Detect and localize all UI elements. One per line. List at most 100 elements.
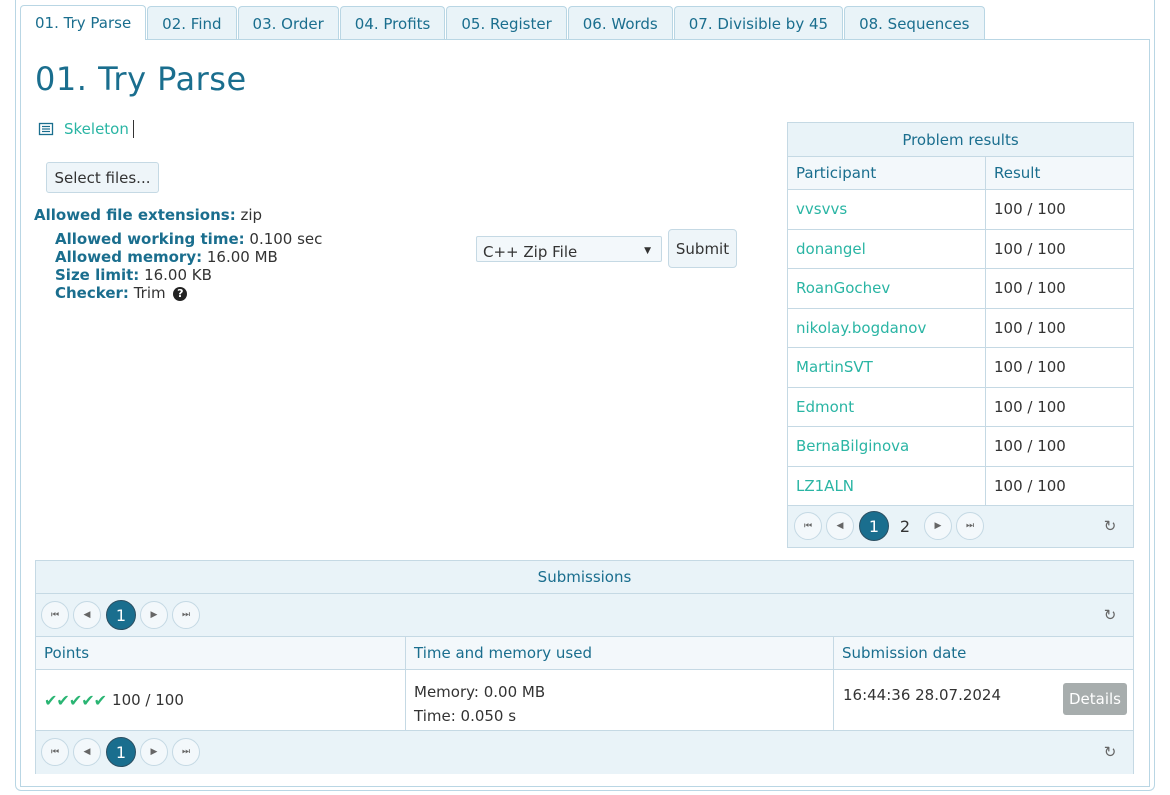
limits-block: Allowed working time: 0.100 sec Allowed …: [55, 230, 322, 302]
refresh-icon[interactable]: ↻: [1102, 743, 1118, 761]
result-value: 100 / 100: [994, 476, 1066, 495]
points-value: 100 / 100: [112, 691, 184, 709]
checker-row: Checker: Trim ?: [55, 284, 322, 302]
last-page-icon[interactable]: ⏭: [956, 512, 984, 540]
tab-words[interactable]: 06. Words: [567, 6, 673, 40]
results-pager: ⏮ ◀ 1 2 ▶ ⏭ ↻: [788, 505, 1133, 547]
table-row: MartinSVT 100 / 100: [788, 348, 1133, 388]
prev-page-icon[interactable]: ◀: [73, 738, 101, 766]
language-select[interactable]: C++ Zip File ▼: [476, 236, 662, 262]
allowed-ext-value: zip: [240, 206, 263, 224]
working-time-row: Allowed working time: 0.100 sec: [55, 230, 322, 248]
first-page-icon[interactable]: ⏮: [794, 512, 822, 540]
memory-value: 16.00 MB: [206, 248, 278, 266]
table-row: donangel 100 / 100: [788, 229, 1133, 269]
next-page-icon[interactable]: ▶: [140, 738, 168, 766]
participant-link[interactable]: BernaBilginova: [788, 427, 986, 466]
participant-link[interactable]: LZ1ALN: [788, 466, 986, 505]
last-page-icon[interactable]: ⏭: [172, 738, 200, 766]
date-cell: 16:44:36 28.07.2024 Details: [834, 670, 1133, 730]
tab-try-parse[interactable]: 01. Try Parse: [20, 5, 147, 40]
table-row: ✔✔✔✔✔ 100 / 100 Memory: 0.00 MB Time: 0.…: [36, 670, 1133, 731]
working-time-value: 0.100 sec: [249, 230, 323, 248]
details-button[interactable]: Details: [1063, 683, 1127, 715]
participant-link[interactable]: RoanGochev: [788, 269, 986, 308]
submissions-pager-bottom: ⏮ ◀ 1 ▶ ⏭ ↻: [36, 731, 1133, 774]
points-cell: ✔✔✔✔✔ 100 / 100: [36, 670, 406, 730]
result-value: 100 / 100: [994, 437, 1066, 456]
refresh-icon[interactable]: ↻: [1102, 517, 1118, 535]
tab-divisible-by-45[interactable]: 07. Divisible by 45: [673, 6, 844, 40]
page-1-button[interactable]: 1: [859, 511, 889, 541]
result-value: 100 / 100: [994, 200, 1066, 219]
check-icon: ✔✔✔✔✔: [44, 690, 107, 710]
result-value: 100 / 100: [994, 239, 1066, 258]
time-memory-cell: Memory: 0.00 MB Time: 0.050 s: [406, 670, 834, 730]
participant-link[interactable]: donangel: [788, 229, 986, 268]
submission-date: 16:44:36 28.07.2024: [843, 686, 1002, 704]
list-icon: [38, 121, 54, 137]
size-row: Size limit: 16.00 KB: [55, 266, 322, 284]
col-participant-header[interactable]: Participant: [788, 157, 986, 189]
result-value: 100 / 100: [994, 318, 1066, 337]
result-value: 100 / 100: [994, 358, 1066, 377]
first-page-icon[interactable]: ⏮: [41, 601, 69, 629]
table-row: nikolay.bogdanov 100 / 100: [788, 308, 1133, 348]
memory-row: Allowed memory: 16.00 MB: [55, 248, 322, 266]
submissions-pager-top: ⏮ ◀ 1 ▶ ⏭ ↻: [36, 594, 1133, 637]
size-label: Size limit:: [55, 266, 140, 284]
col-time-header[interactable]: Time and memory used: [406, 637, 834, 669]
tab-sequences[interactable]: 08. Sequences: [844, 6, 985, 40]
col-points-header[interactable]: Points: [36, 637, 406, 669]
prev-page-icon[interactable]: ◀: [826, 512, 854, 540]
skeleton-link[interactable]: Skeleton: [64, 120, 134, 138]
last-page-icon[interactable]: ⏭: [172, 601, 200, 629]
help-icon[interactable]: ?: [173, 287, 188, 301]
submissions-panel: Submissions ⏮ ◀ 1 ▶ ⏭ ↻ Points Time and …: [35, 560, 1134, 774]
next-page-icon[interactable]: ▶: [140, 601, 168, 629]
table-row: BernaBilginova 100 / 100: [788, 427, 1133, 467]
tab-profits[interactable]: 04. Profits: [339, 6, 446, 40]
result-value: 100 / 100: [994, 279, 1066, 298]
tab-find[interactable]: 02. Find: [147, 6, 237, 40]
skeleton-row: Skeleton: [38, 120, 134, 138]
language-selected: C++ Zip File: [483, 243, 578, 261]
results-title: Problem results: [788, 123, 1133, 157]
refresh-icon[interactable]: ↻: [1102, 606, 1118, 624]
submissions-title: Submissions: [36, 561, 1133, 594]
table-row: LZ1ALN 100 / 100: [788, 466, 1133, 506]
page-title: 01. Try Parse: [35, 60, 247, 98]
select-files-button[interactable]: Select files...: [46, 162, 159, 193]
page-1-button[interactable]: 1: [106, 737, 136, 767]
col-result-header[interactable]: Result: [986, 157, 1133, 189]
submissions-header: Points Time and memory used Submission d…: [36, 637, 1133, 670]
result-value: 100 / 100: [994, 397, 1066, 416]
prev-page-icon[interactable]: ◀: [73, 601, 101, 629]
participant-link[interactable]: Edmont: [788, 387, 986, 426]
col-date-header[interactable]: Submission date: [834, 637, 1133, 669]
allowed-extensions: Allowed file extensions: zip: [34, 206, 262, 224]
submit-button[interactable]: Submit: [668, 229, 737, 268]
page-2-button[interactable]: 2: [890, 511, 920, 541]
participant-link[interactable]: vvsvvs: [788, 190, 986, 229]
next-page-icon[interactable]: ▶: [924, 512, 952, 540]
table-row: RoanGochev 100 / 100: [788, 269, 1133, 309]
memory-used: Memory: 0.00 MB: [414, 683, 546, 701]
checker-value: Trim: [133, 284, 166, 302]
participant-link[interactable]: nikolay.bogdanov: [788, 308, 986, 347]
allowed-ext-label: Allowed file extensions:: [34, 206, 236, 224]
page-1-button[interactable]: 1: [106, 600, 136, 630]
size-value: 16.00 KB: [144, 266, 212, 284]
first-page-icon[interactable]: ⏮: [41, 738, 69, 766]
working-time-label: Allowed working time:: [55, 230, 245, 248]
problem-tabs: 01. Try Parse 02. Find 03. Order 04. Pro…: [20, 5, 986, 40]
tab-order[interactable]: 03. Order: [237, 6, 339, 40]
checker-label: Checker:: [55, 284, 129, 302]
problem-results-panel: Problem results Participant Result vvsvv…: [787, 122, 1134, 548]
participant-link[interactable]: MartinSVT: [788, 348, 986, 387]
table-row: vvsvvs 100 / 100: [788, 190, 1133, 230]
tab-register[interactable]: 05. Register: [446, 6, 567, 40]
chevron-down-icon: ▼: [644, 246, 651, 256]
table-row: Edmont 100 / 100: [788, 387, 1133, 427]
time-used: Time: 0.050 s: [414, 707, 517, 725]
